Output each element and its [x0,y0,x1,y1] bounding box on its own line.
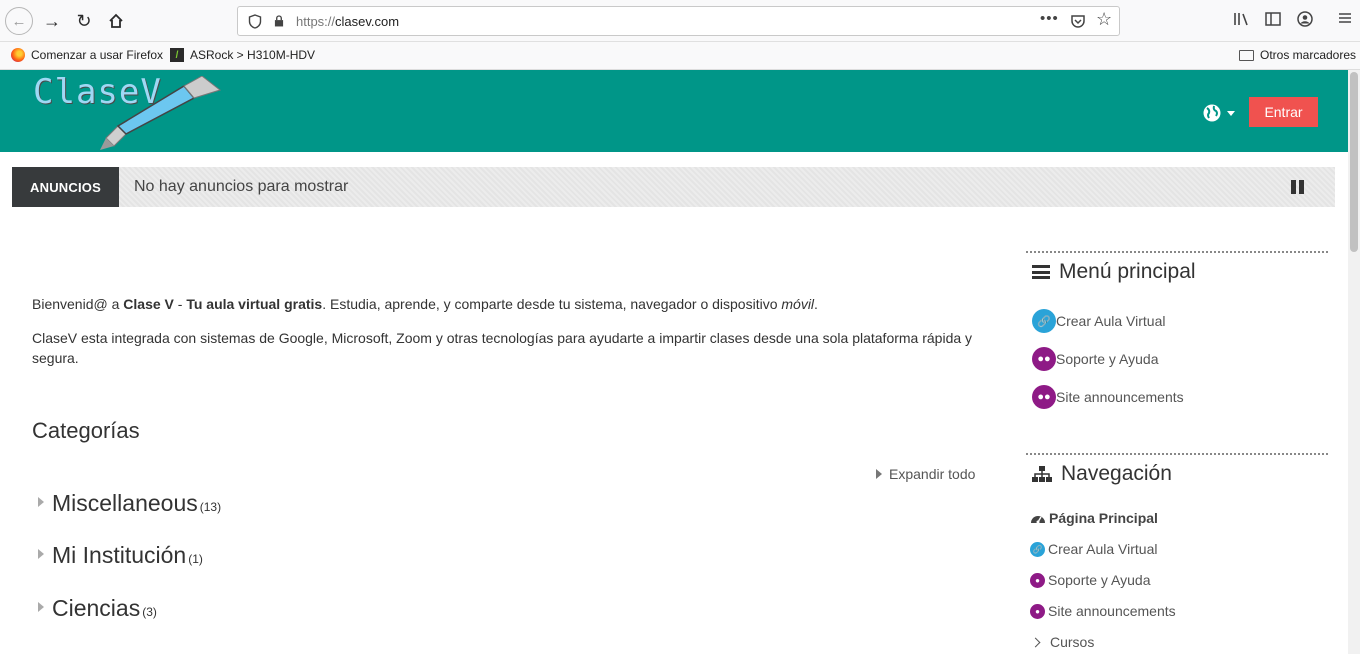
users-icon: ● [1030,603,1045,619]
nav-item-soporte[interactable]: ● Soporte y Ayuda [1030,572,1150,588]
sitemap-icon [1032,466,1052,482]
main-menu-title-label: Menú principal [1059,260,1196,283]
menu-item-label: Site announcements [1056,389,1184,405]
url-host: clasev.com [335,14,400,29]
chevron-right-icon [1030,637,1041,647]
globe-icon [1203,104,1221,122]
navigation-title-label: Navegación [1061,462,1172,485]
announcements-bar: ANUNCIOS No hay anuncios para mostrar [12,167,1335,207]
more-actions-icon[interactable]: ••• [1040,10,1059,27]
account-icon[interactable] [1297,11,1313,27]
category-item[interactable]: Ciencias (3) [38,595,157,622]
nav-item-site-announcements[interactable]: ● Site announcements [1030,603,1176,619]
main-menu-block: Menú principal 🔗 Crear Aula Virtual ●● S… [1026,251,1328,441]
hamburger-icon [1032,265,1050,279]
bookmark-asrock[interactable]: / ASRock > H310M-HDV [170,48,315,62]
nav-item-label: Crear Aula Virtual [1048,541,1158,557]
categories-title: Categorías [32,418,140,443]
bookmark-firefox[interactable]: Comenzar a usar Firefox [11,48,163,62]
shield-icon [248,14,262,29]
browser-toolbar: ← → ↻ https://clasev.com ••• ☆ [0,0,1360,42]
caret-down-icon [1227,110,1235,116]
category-name[interactable]: Mi Institución [52,542,186,569]
bookmark-label: Comenzar a usar Firefox [31,48,164,62]
library-icon[interactable] [1233,11,1251,27]
site-header: ClaseV Entrar [0,70,1348,152]
menu-item-label: Crear Aula Virtual [1056,313,1166,329]
arrow-left-icon: ← [11,12,27,30]
pause-icon[interactable] [1291,180,1305,194]
collapsed-triangle-icon [38,549,44,559]
url-bar[interactable]: https://clasev.com ••• ☆ [237,6,1120,36]
nav-item-label: Cursos [1050,634,1095,650]
nav-item-label: Página Principal [1049,510,1158,526]
language-menu[interactable] [1203,104,1235,122]
pocket-icon[interactable] [1070,13,1086,29]
back-button[interactable]: ← [5,7,33,35]
users-icon: ●● [1032,385,1056,409]
link-icon: 🔗 [1030,541,1045,557]
login-button[interactable]: Entrar [1249,97,1318,127]
nav-item-crear-aula[interactable]: 🔗 Crear Aula Virtual [1030,541,1157,557]
menu-item-crear-aula[interactable]: 🔗 Crear Aula Virtual [1032,309,1165,333]
category-count: (1) [188,552,203,566]
users-icon: ●● [1032,347,1056,371]
category-name[interactable]: Miscellaneous [52,490,198,517]
url-protocol: https:// [296,14,336,29]
page-scrollbar[interactable] [1348,70,1360,654]
forward-button[interactable]: → [38,7,66,35]
nav-item-cursos[interactable]: Cursos [1030,634,1094,650]
reload-icon: ↻ [76,10,92,31]
category-name[interactable]: Ciencias [52,595,140,622]
category-item[interactable]: Miscellaneous (13) [38,490,221,517]
menu-item-site-announcements[interactable]: ●● Site announcements [1032,385,1184,409]
menu-item-label: Soporte y Ayuda [1056,351,1159,367]
collapsed-triangle-icon [38,602,44,612]
other-bookmarks-label: Otros marcadores [1260,48,1357,62]
expand-all-label: Expandir todo [889,466,976,482]
dashboard-icon [1031,516,1045,524]
intro-text: Bienvenid@ a Clase V - Tu aula virtual g… [32,294,992,382]
firefox-icon [11,48,25,62]
link-icon: 🔗 [1032,309,1056,333]
bookmark-star-icon[interactable]: ☆ [1096,9,1112,30]
menu-item-soporte[interactable]: ●● Soporte y Ayuda [1032,347,1158,371]
bookmarks-bar: Comenzar a usar Firefox / ASRock > H310M… [0,42,1360,70]
scrollbar-thumb[interactable] [1350,72,1358,252]
main-menu-title: Menú principal [1032,260,1196,284]
expand-triangle-icon [876,469,882,479]
bookmark-label: ASRock > H310M-HDV [190,48,316,62]
url-text: https://clasev.com [296,14,399,29]
intro-paragraph-2: ClaseV esta integrada con sistemas de Go… [32,330,973,366]
nav-item-home[interactable]: Página Principal [1030,510,1158,526]
menu-icon[interactable] [1338,11,1352,25]
intro-paragraph-1: Bienvenid@ a Clase V - Tu aula virtual g… [32,296,818,312]
folder-icon [1239,49,1254,61]
navigation-title: Navegación [1032,462,1172,486]
category-count: (13) [199,500,222,514]
category-count: (3) [142,605,157,619]
users-icon: ● [1030,572,1045,588]
asrock-icon: / [170,48,184,62]
reload-button[interactable]: ↻ [70,7,98,35]
other-bookmarks[interactable]: Otros marcadores [1239,48,1356,62]
announcements-text: No hay anuncios para mostrar [134,178,349,195]
expand-all-link[interactable]: Expandir todo [876,466,975,482]
arrow-right-icon: → [43,10,61,31]
nav-item-label: Site announcements [1048,603,1176,619]
home-icon [109,13,123,28]
announcements-label: ANUNCIOS [12,167,119,207]
pencil-logo-icon [100,76,222,150]
sidebar-icon[interactable] [1265,11,1281,27]
collapsed-triangle-icon [38,497,44,507]
home-button[interactable] [102,7,130,35]
lock-icon [274,15,284,27]
nav-item-label: Soporte y Ayuda [1048,572,1151,588]
category-item[interactable]: Mi Institución (1) [38,542,203,569]
